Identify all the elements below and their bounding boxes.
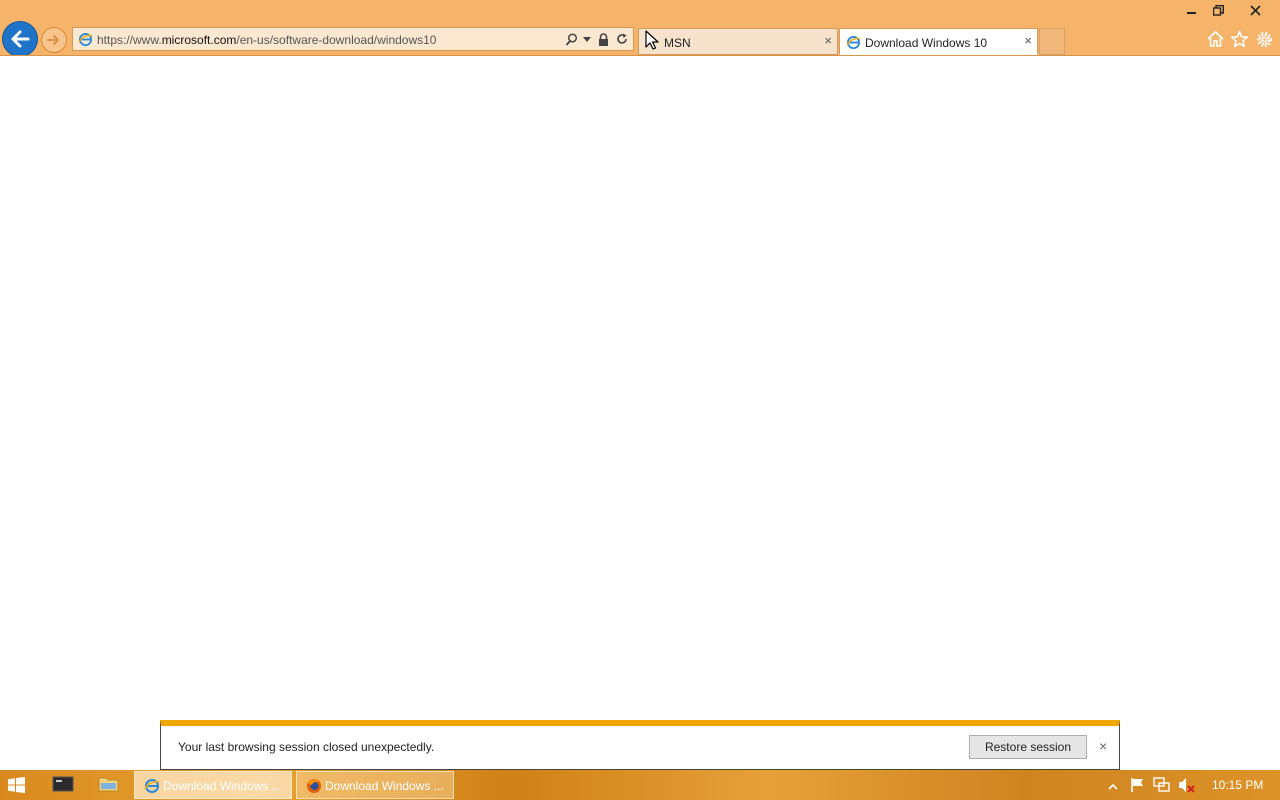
notification-bar: Your last browsing session closed unexpe…	[160, 720, 1120, 770]
forward-arrow-icon	[47, 35, 59, 45]
taskbar-item-label: Download Windows ...	[163, 779, 282, 793]
volume-muted-icon[interactable]	[1178, 777, 1196, 796]
home-button[interactable]	[1206, 30, 1224, 48]
taskbar-item-label: Download Windows ...	[325, 779, 444, 793]
close-window-button[interactable]	[1232, 0, 1278, 20]
notification-close-icon[interactable]: ×	[1099, 739, 1107, 753]
file-explorer-icon[interactable]	[98, 775, 120, 795]
lock-icon[interactable]	[596, 31, 610, 47]
ie-page-icon	[78, 32, 93, 50]
dropdown-arrow-icon[interactable]	[583, 31, 591, 47]
page-content-area	[0, 56, 1280, 720]
forward-button[interactable]	[41, 27, 67, 53]
close-icon	[1249, 4, 1261, 16]
network-icon[interactable]	[1153, 777, 1170, 796]
settings-button[interactable]	[1255, 30, 1273, 48]
show-hidden-icons-chevron-icon[interactable]	[1108, 780, 1118, 794]
restore-session-button[interactable]: Restore session	[969, 735, 1087, 759]
tab-close-icon[interactable]: ×	[824, 34, 832, 48]
start-screen-thumbnail-icon[interactable]	[52, 775, 74, 795]
notification-message: Your last browsing session closed unexpe…	[178, 740, 435, 754]
restore-button[interactable]	[1206, 0, 1230, 20]
address-bar[interactable]: https://www.microsoft.com/en-us/software…	[72, 27, 634, 51]
start-button[interactable]	[8, 777, 25, 796]
tab-download-windows[interactable]: Download Windows 10 ×	[839, 28, 1038, 55]
minimize-button[interactable]	[1180, 0, 1204, 20]
tab-close-icon[interactable]: ×	[1024, 34, 1032, 48]
taskbar: Download Windows ... Download Windows ..…	[0, 770, 1280, 800]
star-icon	[1230, 31, 1248, 47]
ie-page-icon	[846, 35, 861, 53]
minimize-icon	[1187, 12, 1196, 14]
refresh-icon[interactable]	[615, 31, 629, 47]
search-icon[interactable]	[564, 31, 578, 47]
taskbar-item-firefox[interactable]: Download Windows ...	[296, 771, 454, 799]
windows-logo-icon	[8, 777, 25, 793]
new-tab-button[interactable]	[1039, 28, 1065, 55]
back-arrow-icon	[11, 30, 30, 48]
home-icon	[1206, 31, 1224, 47]
restore-icon	[1212, 4, 1224, 16]
internet-explorer-icon	[144, 778, 160, 797]
favorites-button[interactable]	[1230, 30, 1248, 48]
firefox-icon	[306, 778, 322, 797]
tab-msn[interactable]: MSN ×	[638, 28, 838, 55]
back-button[interactable]	[2, 21, 38, 57]
tab-label: Download Windows 10	[865, 36, 988, 50]
taskbar-clock[interactable]: 10:15 PM	[1212, 778, 1263, 792]
action-center-flag-icon[interactable]	[1130, 777, 1146, 796]
browser-chrome: https://www.microsoft.com/en-us/software…	[0, 0, 1280, 57]
url-text[interactable]: https://www.microsoft.com/en-us/software…	[97, 33, 436, 47]
gear-icon	[1256, 31, 1272, 47]
tab-label: MSN	[664, 36, 691, 50]
taskbar-item-ie[interactable]: Download Windows ...	[134, 771, 292, 799]
mouse-cursor-icon	[645, 30, 659, 53]
